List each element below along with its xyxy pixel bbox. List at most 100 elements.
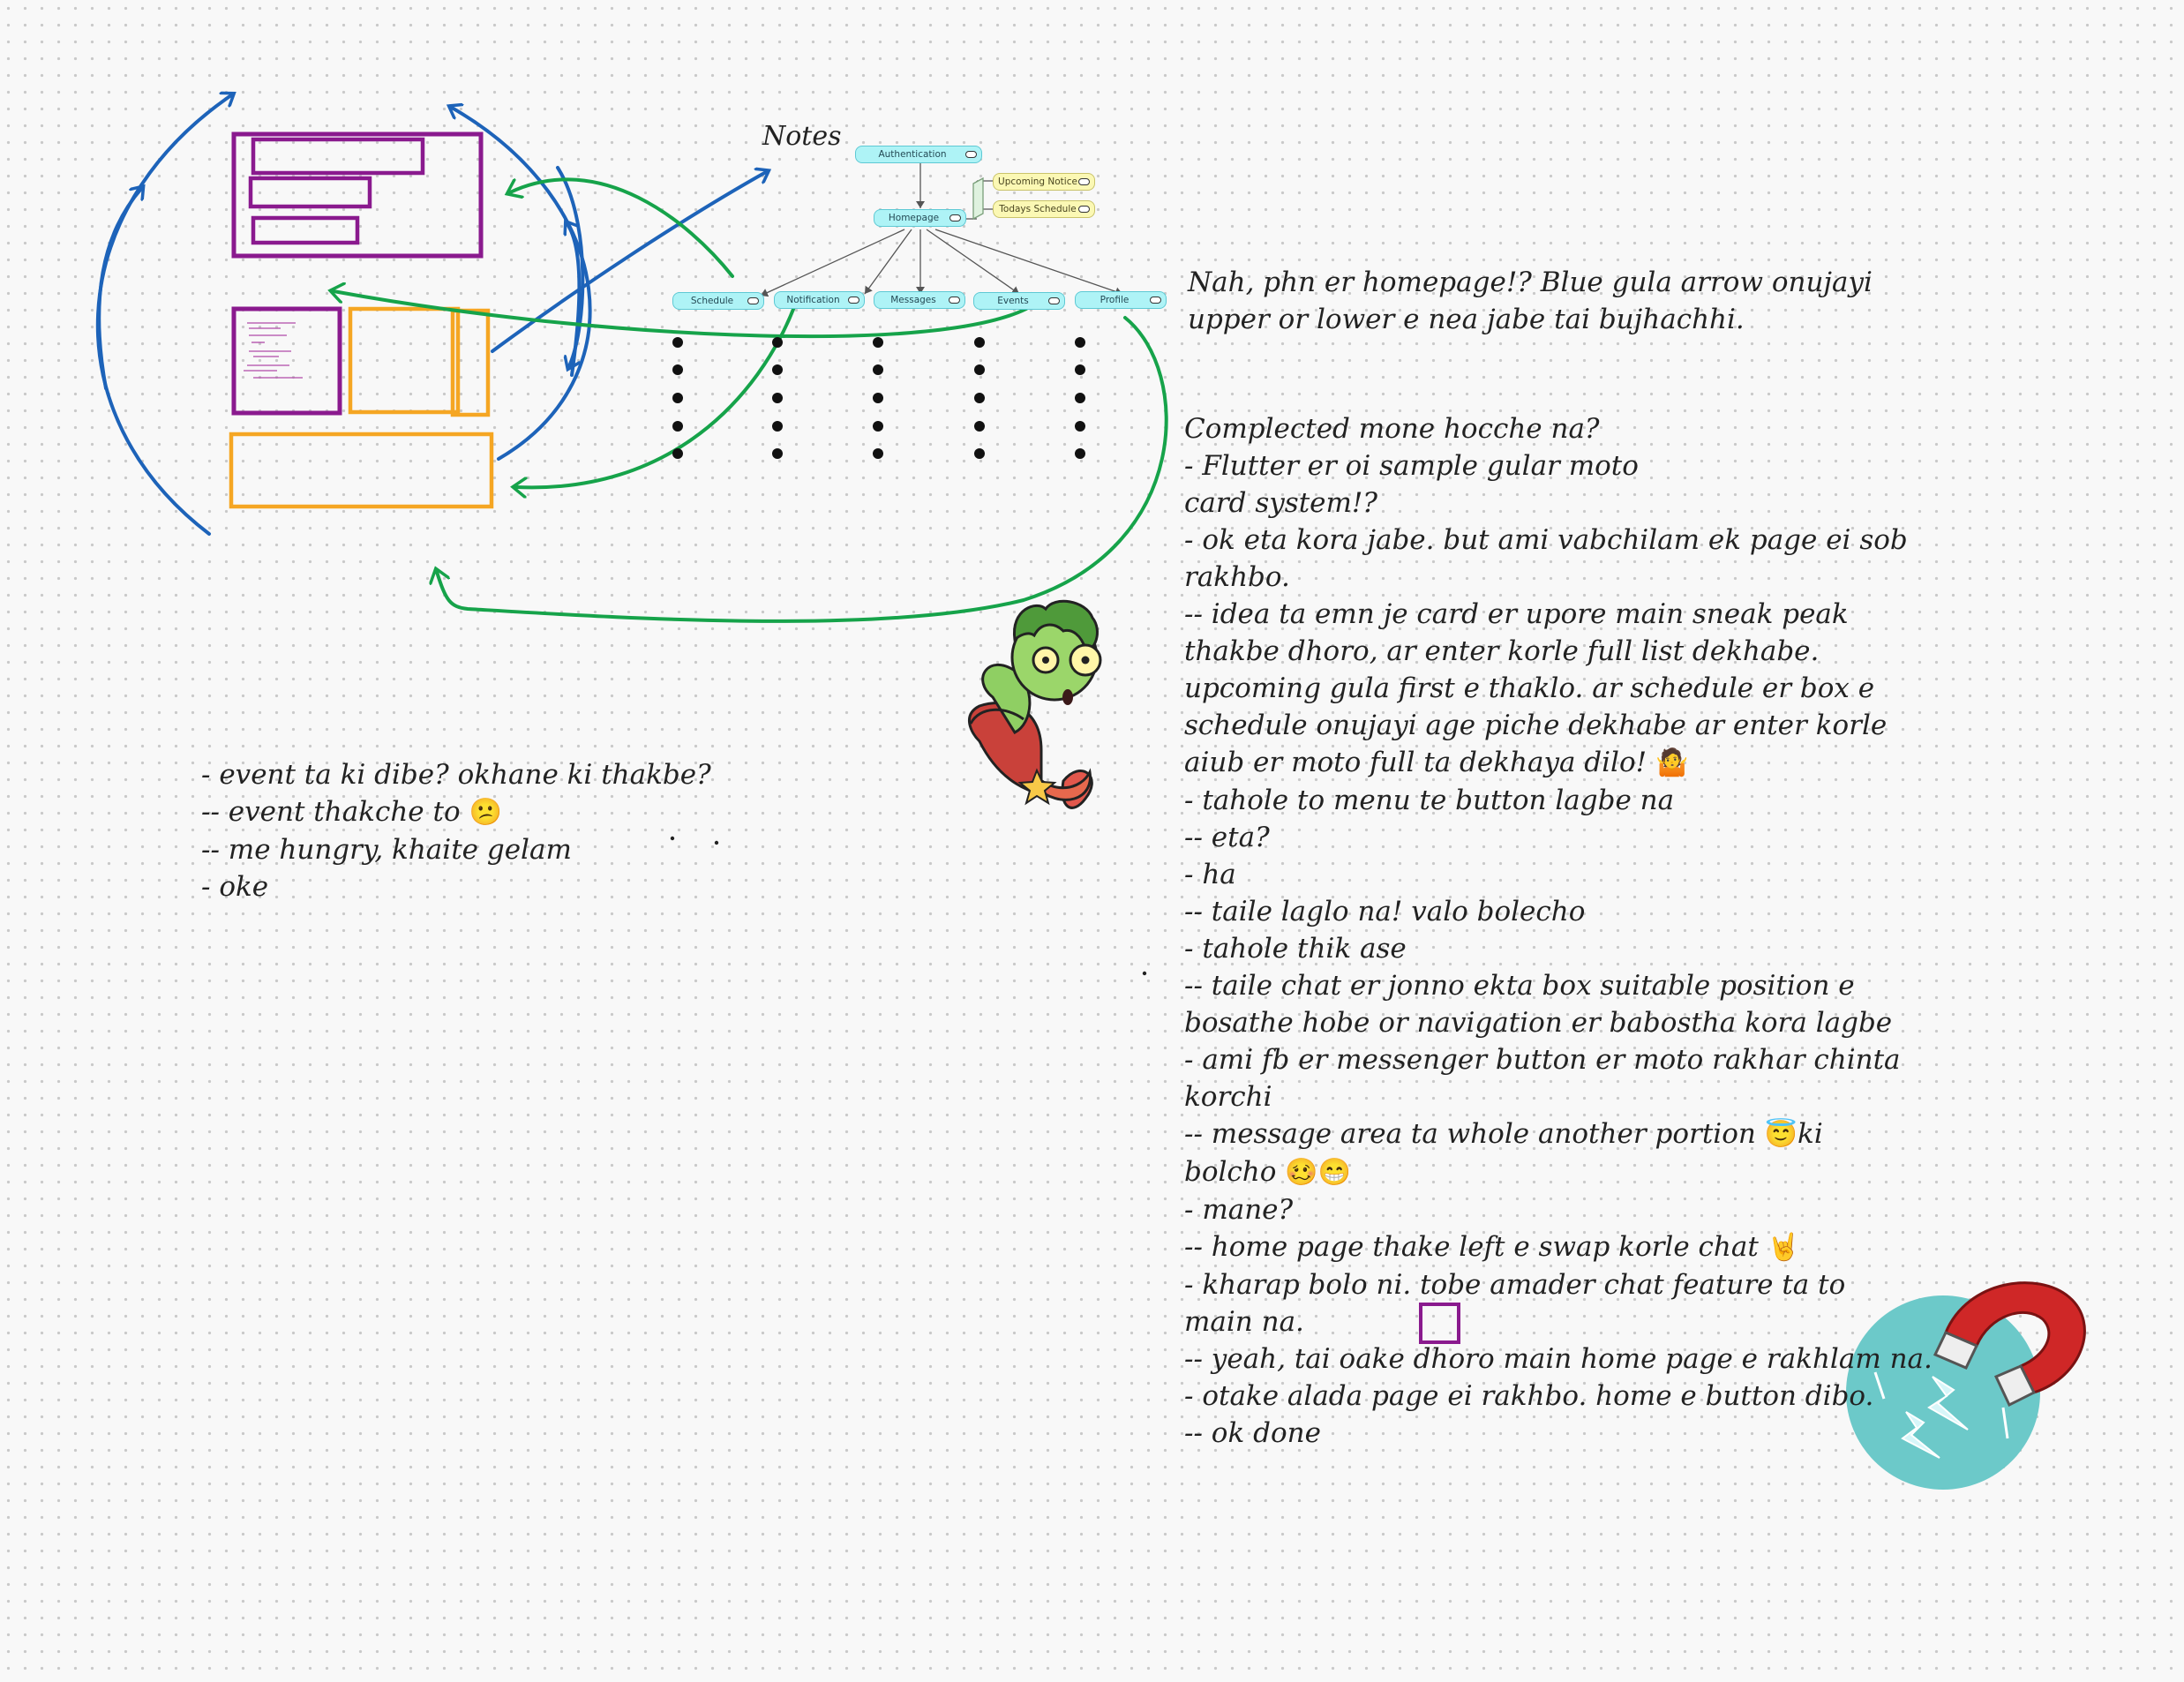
notes-heading[interactable]: Notes bbox=[762, 118, 842, 155]
note-block-events[interactable]: - event ta ki dibe? okhane ki thakbe? --… bbox=[201, 756, 711, 905]
diagram-node-notification[interactable]: Notification bbox=[774, 291, 865, 309]
bullet-dot bbox=[873, 421, 883, 432]
bullet-dot bbox=[873, 448, 883, 459]
bullet-dot bbox=[672, 421, 683, 432]
bullet-dot bbox=[772, 393, 783, 403]
diagram-note-schedule[interactable]: Todays Schedule bbox=[993, 200, 1095, 218]
rock-hand-emoji-icon: 🤘 bbox=[1767, 1232, 1801, 1263]
toggle-pill-icon bbox=[848, 297, 859, 304]
bullet-dot bbox=[672, 448, 683, 459]
diagram-node-label: Messages bbox=[890, 295, 936, 305]
bullet-dot bbox=[672, 393, 683, 403]
note-line: -- home page thake left e swap korle cha… bbox=[1184, 1228, 1933, 1266]
angel-emoji-icon: 😇 bbox=[1764, 1119, 1798, 1150]
toggle-pill-icon bbox=[965, 151, 977, 158]
note-text: -- home page thake left e swap korle cha… bbox=[1184, 1231, 1759, 1263]
bullet-dot bbox=[873, 337, 883, 348]
note-line: -- me hungry, khaite gelam bbox=[201, 834, 572, 866]
bullet-dot bbox=[974, 448, 985, 459]
woozy-emoji-icon: 🥴 bbox=[1285, 1157, 1318, 1188]
toggle-pill-icon bbox=[747, 297, 759, 304]
diagram-node-label: Notification bbox=[786, 295, 840, 305]
note-line: thakbe dhoro, ar enter korle full list d… bbox=[1184, 635, 1820, 667]
bullet-dot bbox=[772, 421, 783, 432]
note-line: Nah, phn er homepage!? Blue gula arrow o… bbox=[1188, 267, 1873, 298]
note-line: -- eta? bbox=[1184, 822, 1270, 853]
note-line: upcoming gula first e thaklo. ar schedul… bbox=[1184, 672, 1875, 704]
note-line: - mane? bbox=[1184, 1194, 1294, 1226]
bullet-dot bbox=[974, 421, 985, 432]
diagram-node-label: Schedule bbox=[690, 296, 734, 306]
note-line: - oke bbox=[201, 871, 269, 903]
diagram-node-label: Events bbox=[997, 296, 1029, 306]
note-text: aiub er moto full ta dekhaya dilo! bbox=[1184, 747, 1647, 778]
note-text: -- event thakche to bbox=[201, 796, 461, 828]
bullet-dot bbox=[672, 337, 683, 348]
note-line: -- message area ta whole another portion… bbox=[1184, 1115, 1933, 1153]
blue-arrows[interactable] bbox=[95, 95, 766, 536]
note-line: -- event thakche to 😕 bbox=[201, 793, 711, 831]
note-line: - event ta ki dibe? okhane ki thakbe? bbox=[201, 759, 711, 791]
note-text: bolcho bbox=[1184, 1156, 1277, 1188]
note-line: card system!? bbox=[1184, 487, 1377, 519]
bullet-dot bbox=[1075, 421, 1085, 432]
note-line: korchi bbox=[1184, 1081, 1272, 1113]
note-line: - otake alada page ei rakhbo. home e but… bbox=[1184, 1380, 1874, 1412]
diagram-node-label: Profile bbox=[1100, 295, 1130, 305]
bullet-dot bbox=[974, 393, 985, 403]
toggle-pill-icon bbox=[1150, 297, 1161, 304]
note-line: - ha bbox=[1184, 859, 1236, 890]
note-line: rakhbo. bbox=[1184, 561, 1290, 593]
note-line: bosathe hobe or navigation er babostha k… bbox=[1184, 1007, 1893, 1039]
wireframe-header-block[interactable] bbox=[231, 131, 484, 259]
diagram-node-events[interactable]: Events bbox=[973, 292, 1065, 310]
diagram-node-label: Authentication bbox=[878, 149, 947, 160]
diagram-node-label: Upcoming Notice bbox=[998, 176, 1077, 187]
note-line: - tahole thik ase bbox=[1184, 933, 1407, 965]
toggle-pill-icon bbox=[1078, 178, 1090, 185]
note-line: -- ok done bbox=[1184, 1417, 1321, 1449]
bullet-dot bbox=[1075, 393, 1085, 403]
diagram-node-homepage[interactable]: Homepage bbox=[874, 209, 966, 227]
note-line: aiub er moto full ta dekhaya dilo! 🤷 bbox=[1184, 744, 1933, 782]
diagram-node-root[interactable]: Authentication bbox=[855, 146, 982, 163]
note-line: -- taile chat er jonno ekta box suitable… bbox=[1184, 970, 1855, 1002]
toggle-pill-icon bbox=[949, 297, 960, 304]
bullet-dot bbox=[1075, 364, 1085, 375]
note-line: Complected mone hocche na? bbox=[1184, 413, 1600, 445]
note-line: schedule onujayi age piche dekhabe ar en… bbox=[1184, 710, 1888, 741]
diagram-note-upcoming[interactable]: Upcoming Notice bbox=[993, 173, 1095, 191]
note-line: main na. bbox=[1184, 1306, 1304, 1338]
bullet-dot bbox=[772, 364, 783, 375]
note-line: - kharap bolo ni. tobe amader chat featu… bbox=[1184, 1269, 1846, 1301]
note-line: - ami fb er messenger button er moto rak… bbox=[1184, 1044, 1901, 1076]
note-line: - tahole to menu te button lagbe na bbox=[1184, 785, 1675, 816]
diagram-node-messages[interactable]: Messages bbox=[874, 291, 965, 309]
bullet-dot bbox=[873, 364, 883, 375]
toggle-pill-icon bbox=[949, 214, 961, 222]
whiteboard-canvas[interactable]: Authentication Homepage Upcoming Notice … bbox=[0, 0, 2184, 1682]
toggle-pill-icon bbox=[1048, 297, 1060, 304]
bullet-dot bbox=[1075, 448, 1085, 459]
bullet-dot bbox=[873, 393, 883, 403]
note-line: bolcho 🥴😁 bbox=[1184, 1153, 1933, 1191]
wireframe-orange-cards[interactable] bbox=[229, 306, 494, 509]
diagram-node-label: Homepage bbox=[888, 213, 940, 223]
confused-emoji-icon: 😕 bbox=[469, 797, 502, 828]
note-text: -- message area ta whole another portion bbox=[1184, 1118, 1756, 1150]
note-block-discussion[interactable]: Complected mone hocche na? - Flutter er … bbox=[1184, 410, 1933, 1452]
note-line: - ok eta kora jabe. but ami vabchilam ek… bbox=[1184, 524, 1908, 556]
diagram-node-label: Todays Schedule bbox=[999, 204, 1077, 214]
diagram-node-profile[interactable]: Profile bbox=[1075, 291, 1167, 309]
bullet-dot bbox=[974, 364, 985, 375]
bullet-dot bbox=[772, 337, 783, 348]
toggle-pill-icon bbox=[1078, 206, 1090, 213]
grin-emoji-icon: 😁 bbox=[1317, 1157, 1351, 1188]
bullet-dot bbox=[672, 364, 683, 375]
note-line: upper or lower e nea jabe tai bujhachhi. bbox=[1188, 304, 1745, 335]
zombie-mermaid-sticker[interactable] bbox=[968, 599, 1102, 809]
note-text: ki bbox=[1797, 1118, 1823, 1150]
note-block-homepage[interactable]: Nah, phn er homepage!? Blue gula arrow o… bbox=[1188, 264, 1873, 338]
wireframe-list-card[interactable] bbox=[231, 306, 342, 416]
diagram-node-schedule[interactable]: Schedule bbox=[672, 292, 764, 310]
